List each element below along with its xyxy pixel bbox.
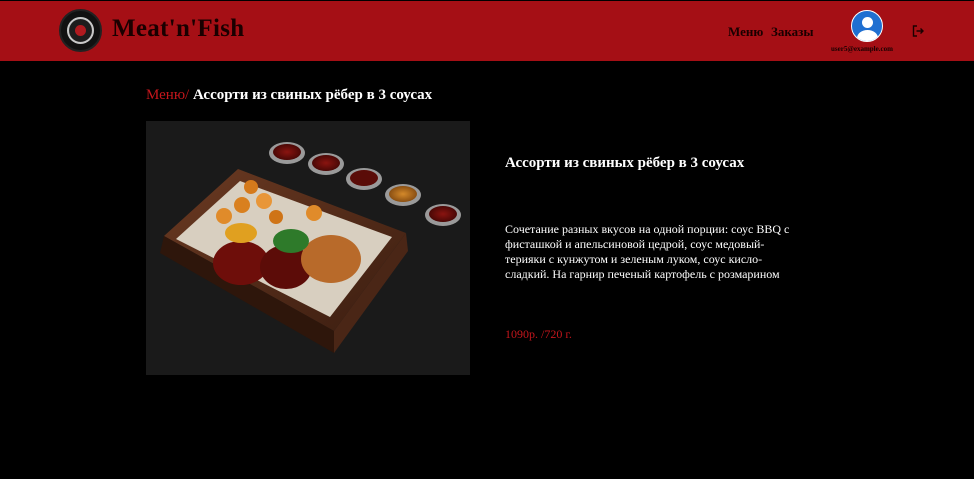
nav-orders-link[interactable]: Заказы <box>771 24 814 40</box>
dish-title: Ассорти из свиных рёбер в 3 соусах <box>505 155 745 171</box>
nav-menu-link[interactable]: Меню <box>728 24 763 40</box>
user-email: user5@example.com <box>831 45 893 53</box>
dish-price: 1090р. /720 г. <box>505 327 572 341</box>
breadcrumb-menu-link[interactable]: Меню <box>146 87 185 103</box>
breadcrumb-current: Ассорти из свиных рёбер в 3 соусах <box>192 87 433 103</box>
logo-image[interactable] <box>59 9 102 52</box>
user-avatar-icon[interactable] <box>851 10 883 42</box>
dish-description: Сочетание разных вкусов на одной порции:… <box>505 222 790 281</box>
logout-icon[interactable] <box>912 25 924 37</box>
avatar-body <box>857 30 878 41</box>
dish-photo <box>146 121 470 375</box>
site-header: Meat'n'Fish Меню Заказы user5@example.co… <box>0 0 974 61</box>
logo-core <box>75 25 86 36</box>
avatar-head <box>862 17 873 28</box>
breadcrumb: Меню/ Ассорти из свиных рёбер в 3 соусах <box>146 87 432 104</box>
breadcrumb-separator: / <box>185 87 190 103</box>
brand-name[interactable]: Meat'n'Fish <box>112 15 244 43</box>
